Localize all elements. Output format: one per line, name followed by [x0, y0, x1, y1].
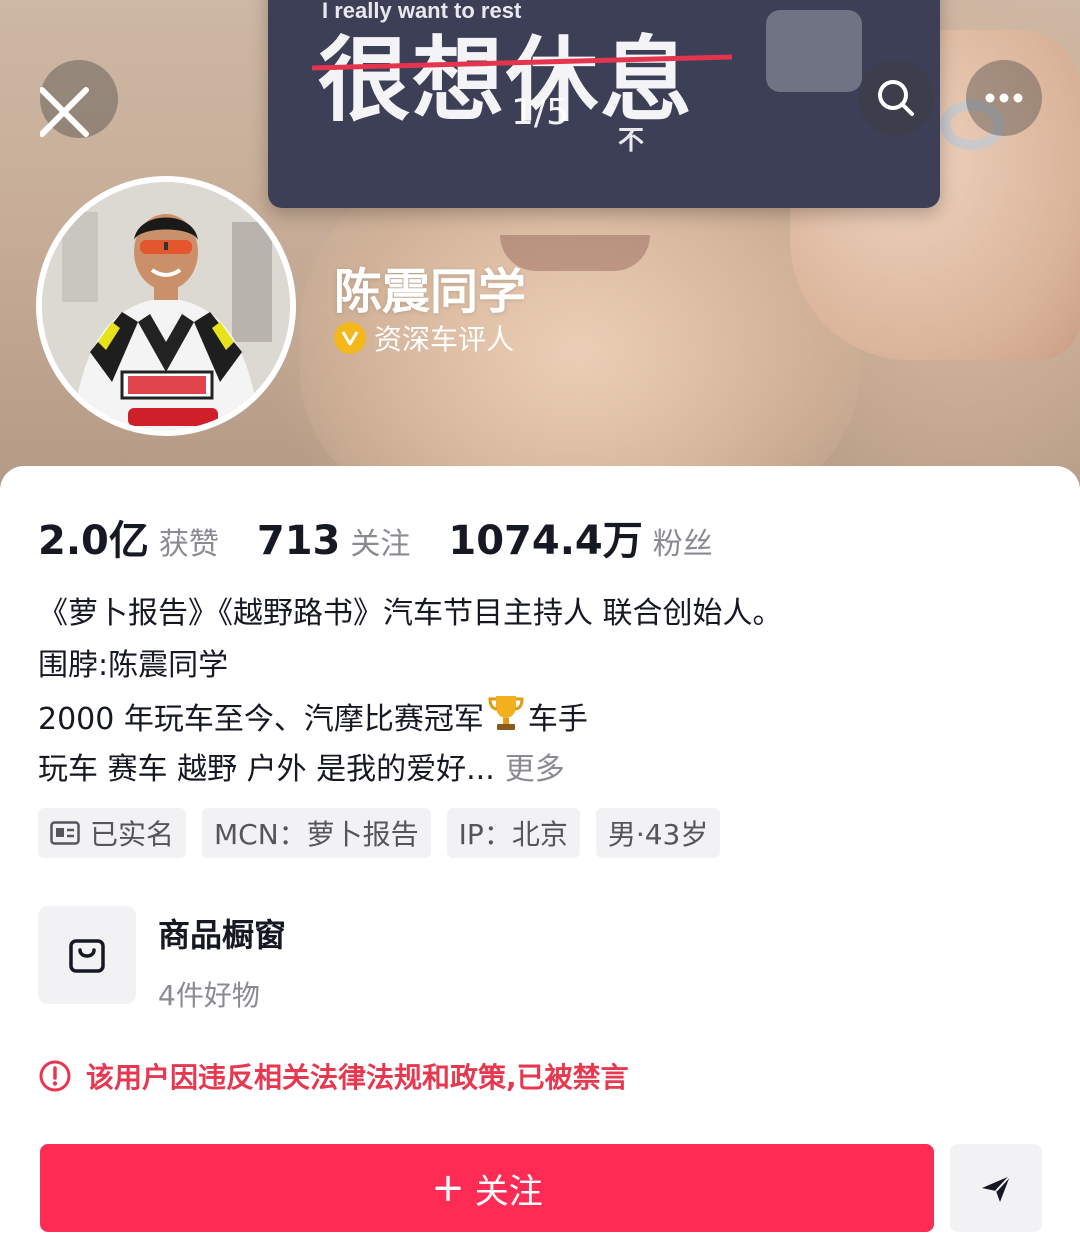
search-button[interactable] — [858, 60, 934, 136]
bio-line-text: 2000 年玩车至今、汽摩比赛冠军 — [38, 702, 484, 737]
bio-line-text: 玩车 赛车 越野 户外 是我的爱好... — [38, 752, 495, 787]
search-icon — [878, 80, 914, 116]
share-icon — [982, 1175, 1011, 1202]
follow-button[interactable]: + 关注 — [40, 1144, 934, 1232]
following-count: 713 — [256, 518, 341, 564]
following-label: 关注 — [350, 527, 411, 562]
verified-badge-icon — [334, 322, 366, 354]
tag-label: MCN：萝卜报告 — [214, 818, 419, 851]
close-icon — [40, 87, 89, 137]
bio-line: 《萝卜报告》《越野路书》汽车节目主持人 联合创始人。 — [38, 596, 783, 631]
trophy-icon — [486, 692, 526, 749]
showcase-text: 商品橱窗 4件好物 — [158, 906, 286, 1014]
shopping-bag-icon — [69, 939, 105, 973]
plus-icon: + — [431, 1165, 465, 1211]
bio-more-link[interactable]: 更多 — [505, 752, 565, 787]
warning-icon — [38, 1059, 72, 1093]
bio-line-with-trophy: 2000 年玩车至今、汽摩比赛冠军 车手 — [38, 692, 1038, 744]
likes-label: 获赞 — [158, 527, 219, 562]
stat-following[interactable]: 713 关注 — [257, 518, 411, 564]
bio-line-suffix: 车手 — [527, 702, 588, 737]
profile-info-panel: 2.0亿 获赞 713 关注 1074.4万 粉丝 《萝卜报告》《越野路书》汽车… — [0, 466, 1080, 1247]
avatar[interactable] — [36, 176, 296, 436]
tag-gender-age: 男·43岁 — [595, 808, 721, 858]
id-card-icon — [50, 821, 80, 845]
profile-tags: 已实名 MCN：萝卜报告 IP：北京 男·43岁 — [38, 808, 736, 858]
bio-line: 围脖:陈震同学 — [38, 648, 229, 683]
tag-label: 已实名 — [90, 818, 175, 851]
stat-likes[interactable]: 2.0亿 获赞 — [38, 508, 219, 566]
more-icon — [985, 93, 1023, 103]
tag-ip-location: IP：北京 — [446, 808, 580, 858]
stat-followers[interactable]: 1074.4万 粉丝 — [448, 508, 712, 566]
follow-label: 关注 — [474, 1171, 543, 1212]
avatar-photo — [42, 182, 290, 430]
tag-label: 男·43岁 — [607, 818, 709, 851]
tag-mcn[interactable]: MCN：萝卜报告 — [202, 808, 431, 858]
showcase-icon-box — [38, 906, 136, 1004]
ban-notice: 该用户因违反相关法律法规和政策,已被禁言 — [38, 1056, 629, 1096]
showcase-subtitle: 4件好物 — [158, 979, 260, 1012]
display-name: 陈震同学 — [334, 264, 527, 320]
close-button[interactable] — [40, 60, 118, 138]
bio[interactable]: 《萝卜报告》《越野路书》汽车节目主持人 联合创始人。 围脖:陈震同学 2000 … — [38, 588, 1038, 796]
product-showcase-entry[interactable]: 商品橱窗 4件好物 — [38, 906, 286, 1014]
stats-row: 2.0亿 获赞 713 关注 1074.4万 粉丝 — [38, 508, 751, 566]
followers-count: 1074.4万 — [448, 518, 643, 564]
more-options-button[interactable] — [966, 60, 1042, 136]
verified-title: 资深车评人 — [374, 323, 515, 356]
ban-notice-text: 该用户因违反相关法律法规和政策,已被禁言 — [86, 1061, 629, 1094]
bio-line-last: 玩车 赛车 越野 户外 是我的爱好... 更多 — [38, 744, 1038, 796]
showcase-title: 商品橱窗 — [158, 916, 287, 954]
tag-real-name-verified[interactable]: 已实名 — [38, 808, 187, 858]
verified-title-row[interactable]: 资深车评人 — [334, 318, 514, 358]
cover-card-pad — [766, 10, 862, 92]
likes-count: 2.0亿 — [38, 518, 149, 564]
tag-label: IP：北京 — [458, 818, 568, 851]
followers-label: 粉丝 — [652, 527, 713, 562]
share-button[interactable] — [950, 1144, 1042, 1232]
